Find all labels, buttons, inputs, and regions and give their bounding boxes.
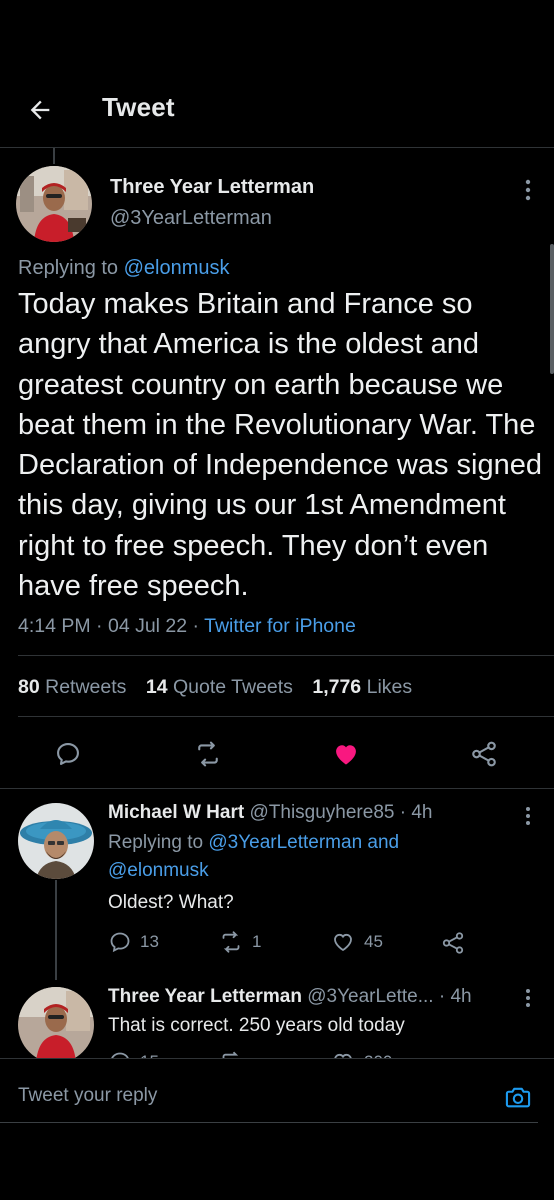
replying-prefix: Replying to	[18, 257, 124, 279]
tweet-stats: 80 Retweets 14 Quote Tweets 1,776 Likes	[18, 676, 412, 699]
reply-author-handle: @Thisguyhere85	[249, 802, 395, 823]
reply-reply-button[interactable]: 13	[108, 930, 159, 954]
retweets-stat[interactable]: 80 Retweets	[18, 676, 126, 698]
thread-connector	[55, 880, 57, 980]
divider	[0, 788, 554, 789]
tweet-source[interactable]: Twitter for iPhone	[204, 615, 356, 637]
retweet-icon[interactable]	[190, 736, 226, 772]
like-icon	[334, 933, 352, 952]
more-options-icon[interactable]	[518, 984, 538, 1012]
share-icon	[442, 932, 464, 954]
divider	[18, 655, 554, 656]
divider	[18, 716, 554, 717]
share-icon[interactable]	[466, 736, 502, 772]
scrollbar[interactable]	[550, 244, 554, 374]
reply-input[interactable]: Tweet your reply	[18, 1085, 157, 1107]
reply-author-name: Michael W Hart	[108, 802, 245, 823]
replying-to-link[interactable]: @elonmusk	[124, 257, 230, 279]
thread-connector	[53, 148, 55, 164]
quotes-stat[interactable]: 14 Quote Tweets	[146, 676, 293, 698]
avatar[interactable]	[16, 166, 92, 242]
retweets-count: 80	[18, 676, 40, 698]
tweet-text: Today makes Britain and France so angry …	[18, 288, 542, 603]
like-heart-shape	[336, 745, 356, 765]
likes-stat[interactable]: 1,776 Likes	[312, 676, 412, 698]
tweet-date: 04 Jul 22	[107, 615, 188, 637]
tweet-meta: 4:14 PM · 04 Jul 22 · Twitter for iPhone	[18, 615, 356, 637]
more-options-icon[interactable]	[518, 176, 538, 204]
reply-author-name: Three Year Letterman	[108, 986, 302, 1007]
reply-author-handle: @3YearLette...	[307, 986, 434, 1007]
page-title: Tweet	[102, 92, 175, 122]
reply-icon	[110, 932, 130, 953]
reply-time: · 4h	[399, 802, 433, 823]
replying-to-link[interactable]: @elonmusk	[108, 860, 209, 881]
reply-composer: Tweet your reply	[0, 1058, 554, 1128]
replying-to-link[interactable]: @3YearLetterman	[208, 832, 362, 853]
tweet-time: 4:14 PM	[18, 615, 91, 637]
reply-replying-to: Replying to @3YearLetterman and @elonmus…	[108, 829, 508, 885]
author-name[interactable]: Three Year Letterman	[110, 176, 314, 199]
author-handle[interactable]: @3YearLetterman	[110, 207, 272, 230]
reply-icon[interactable]	[50, 736, 86, 772]
back-arrow-icon[interactable]	[22, 92, 58, 128]
like-icon[interactable]	[328, 736, 364, 772]
retweets-label: Retweets	[45, 676, 127, 698]
composer-underline	[0, 1122, 538, 1123]
camera-icon[interactable]	[502, 1081, 534, 1113]
avatar[interactable]	[18, 803, 94, 879]
replying-and: and	[362, 832, 400, 853]
reply-time: · 4h	[438, 986, 472, 1007]
likes-label: Likes	[366, 676, 413, 698]
quotes-count: 14	[145, 676, 168, 698]
reply-text: Oldest? What?	[108, 892, 234, 913]
replying-to: Replying to @elonmusk	[18, 257, 230, 280]
reply-retweet-button[interactable]: 1	[218, 930, 261, 954]
reply-text: That is correct. 250 years old today	[108, 1015, 405, 1036]
likes-count: 1,776	[312, 676, 362, 698]
reply-like-button[interactable]: 45	[330, 930, 383, 954]
reply-author[interactable]: Three Year Letterman @3YearLette... · 4h	[108, 986, 472, 1008]
retweet-count: 1	[252, 932, 262, 951]
more-options-icon[interactable]	[518, 802, 538, 830]
retweet-icon	[222, 931, 240, 953]
quotes-label: Quote Tweets	[172, 676, 293, 698]
reply-share-button[interactable]	[440, 930, 466, 956]
reply-count: 13	[140, 932, 159, 951]
like-count: 45	[364, 932, 383, 951]
top-bar: Tweet	[0, 0, 554, 148]
avatar[interactable]	[18, 987, 94, 1063]
replying-prefix: Replying to	[108, 832, 209, 853]
reply-author[interactable]: Michael W Hart @Thisguyhere85 · 4h	[108, 802, 433, 824]
